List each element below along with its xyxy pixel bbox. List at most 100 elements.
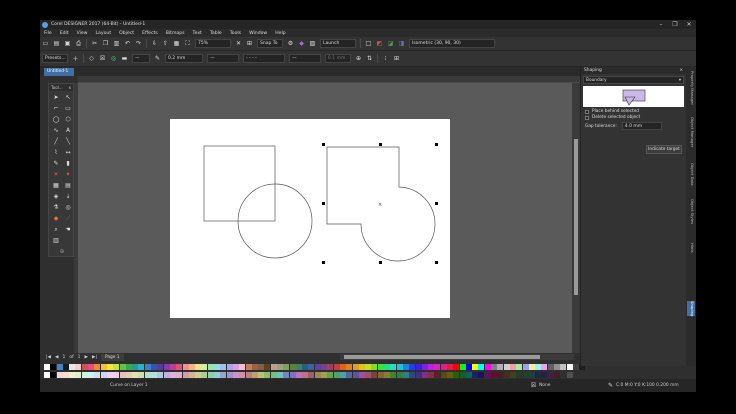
color-swatch[interactable] bbox=[94, 372, 101, 378]
color-swatch[interactable] bbox=[132, 363, 139, 370]
color-swatch[interactable] bbox=[125, 372, 132, 378]
color-swatch[interactable] bbox=[44, 363, 50, 370]
color-swatch[interactable] bbox=[516, 372, 523, 378]
outline-color-icon[interactable]: ◎ bbox=[109, 54, 118, 63]
color-swatch[interactable] bbox=[144, 363, 151, 370]
color-swatch[interactable] bbox=[214, 363, 221, 370]
color-swatch[interactable] bbox=[478, 372, 485, 378]
horizontal-scrollbar[interactable] bbox=[340, 354, 574, 360]
color-swatch[interactable] bbox=[447, 363, 453, 370]
last-page-button[interactable]: ▶| bbox=[92, 355, 97, 360]
color-swatch[interactable] bbox=[62, 372, 69, 378]
pick-tool-icon[interactable]: ➤ bbox=[50, 92, 62, 103]
eraser-tool-icon[interactable]: ✕ bbox=[50, 169, 62, 180]
color-swatch[interactable] bbox=[151, 363, 158, 370]
color-swatch[interactable] bbox=[415, 363, 422, 370]
menu-bitmaps[interactable]: Bitmaps bbox=[162, 31, 189, 36]
vertical-scroll-thumb[interactable] bbox=[574, 139, 578, 295]
fill-bucket-icon[interactable]: ◇ bbox=[87, 54, 96, 63]
eyedropper-tool-icon[interactable]: ⚗ bbox=[50, 202, 62, 213]
color-swatch[interactable] bbox=[434, 363, 441, 370]
color-swatch[interactable] bbox=[358, 372, 365, 378]
toolbox-close-button[interactable]: x bbox=[69, 85, 71, 90]
zoom-tool-icon[interactable]: ⌕ bbox=[50, 224, 62, 235]
text-tool-icon[interactable]: A bbox=[62, 125, 74, 136]
color-swatch[interactable] bbox=[132, 372, 139, 378]
menu-table[interactable]: Table bbox=[206, 31, 226, 36]
color-swatch[interactable] bbox=[163, 363, 170, 370]
color-swatch[interactable] bbox=[365, 372, 372, 378]
color-swatch[interactable] bbox=[232, 372, 239, 378]
color-swatch[interactable] bbox=[201, 372, 208, 378]
color-swatch[interactable] bbox=[453, 372, 460, 378]
color-swatch[interactable] bbox=[390, 363, 397, 370]
interactive-fill-icon[interactable]: ⟋ bbox=[62, 213, 74, 224]
color-swatch[interactable] bbox=[258, 363, 265, 370]
color-swatch[interactable] bbox=[503, 372, 510, 378]
launch-dropdown[interactable]: Launch bbox=[320, 39, 356, 48]
color-swatch[interactable] bbox=[264, 363, 271, 370]
align-icon[interactable]: ⁝ bbox=[381, 54, 390, 63]
color-swatch[interactable] bbox=[528, 372, 535, 378]
color-swatch[interactable] bbox=[81, 372, 88, 378]
menu-edit[interactable]: Edit bbox=[56, 31, 73, 36]
color-swatch[interactable] bbox=[371, 363, 378, 370]
color-swatch[interactable] bbox=[314, 372, 321, 378]
checkbox-box[interactable] bbox=[585, 109, 589, 114]
color-swatch[interactable] bbox=[308, 363, 315, 370]
color-swatch[interactable] bbox=[528, 363, 535, 370]
color-styles-icon[interactable]: ◆ bbox=[297, 39, 306, 48]
options-gear-icon[interactable]: ⚙ bbox=[286, 39, 295, 48]
color-swatch[interactable] bbox=[314, 363, 321, 370]
color-swatch[interactable] bbox=[188, 363, 195, 370]
close-button[interactable]: ✕ bbox=[682, 21, 696, 28]
projection-front-icon[interactable]: ◪ bbox=[386, 39, 395, 48]
indicate-target-button[interactable]: Indicate target bbox=[646, 145, 682, 154]
color-swatch[interactable] bbox=[308, 372, 315, 378]
color-swatch[interactable] bbox=[421, 372, 428, 378]
ruler-icon[interactable]: ⊞ bbox=[245, 39, 254, 48]
color-swatch[interactable] bbox=[560, 372, 567, 378]
docker-close-icon[interactable]: × bbox=[679, 68, 683, 73]
color-swatch[interactable] bbox=[415, 372, 422, 378]
line-tool-icon[interactable]: ╱ bbox=[50, 136, 62, 147]
color-swatch[interactable] bbox=[522, 363, 529, 370]
color-swatch[interactable] bbox=[88, 372, 95, 378]
color-swatch[interactable] bbox=[270, 372, 277, 378]
freehand-tool-icon[interactable]: ∿ bbox=[50, 125, 62, 136]
color-swatch[interactable] bbox=[258, 372, 265, 378]
color-swatch[interactable] bbox=[560, 363, 567, 370]
color-swatch[interactable] bbox=[276, 372, 283, 378]
color-swatch[interactable] bbox=[239, 372, 246, 378]
color-swatch[interactable] bbox=[339, 363, 346, 370]
color-swatch[interactable] bbox=[276, 363, 283, 370]
smudge-tool-icon[interactable]: ✦ bbox=[62, 169, 74, 180]
place-behind-checkbox[interactable]: Place behind selected bbox=[585, 109, 682, 114]
arrange-icon[interactable]: ⇅ bbox=[365, 54, 374, 63]
color-swatch[interactable] bbox=[289, 372, 296, 378]
tab-object-data[interactable]: Object Data bbox=[687, 163, 695, 186]
delete-selected-checkbox[interactable]: Delete selected object bbox=[585, 115, 682, 120]
first-page-button[interactable]: |◀ bbox=[46, 355, 51, 360]
color-swatch[interactable] bbox=[547, 372, 554, 378]
color-swatch[interactable] bbox=[220, 372, 227, 378]
extra-tool-icon[interactable] bbox=[62, 235, 74, 246]
color-swatch[interactable] bbox=[428, 363, 435, 370]
color-swatch[interactable] bbox=[270, 363, 277, 370]
color-swatch[interactable] bbox=[157, 363, 164, 370]
color-swatch[interactable] bbox=[289, 363, 296, 370]
prev-page-button[interactable]: ◀ bbox=[55, 355, 58, 360]
projection-side-icon[interactable]: ◨ bbox=[397, 39, 406, 48]
import-icon[interactable]: ⇩ bbox=[150, 39, 159, 48]
outline-tool-icon[interactable]: ◎ bbox=[62, 202, 74, 213]
drawing-canvas[interactable]: × bbox=[78, 83, 572, 353]
color-swatch[interactable] bbox=[113, 363, 120, 370]
color-swatch[interactable] bbox=[465, 372, 472, 378]
offset-field[interactable]: 0.1 mm bbox=[325, 54, 351, 63]
color-swatch[interactable] bbox=[283, 363, 290, 370]
color-swatch[interactable] bbox=[119, 372, 126, 378]
pan-tool-icon[interactable]: ☚ bbox=[62, 224, 74, 235]
table-tool-icon[interactable]: ▦ bbox=[50, 180, 62, 191]
color-swatch[interactable] bbox=[447, 372, 453, 378]
color-swatch[interactable] bbox=[81, 363, 88, 370]
